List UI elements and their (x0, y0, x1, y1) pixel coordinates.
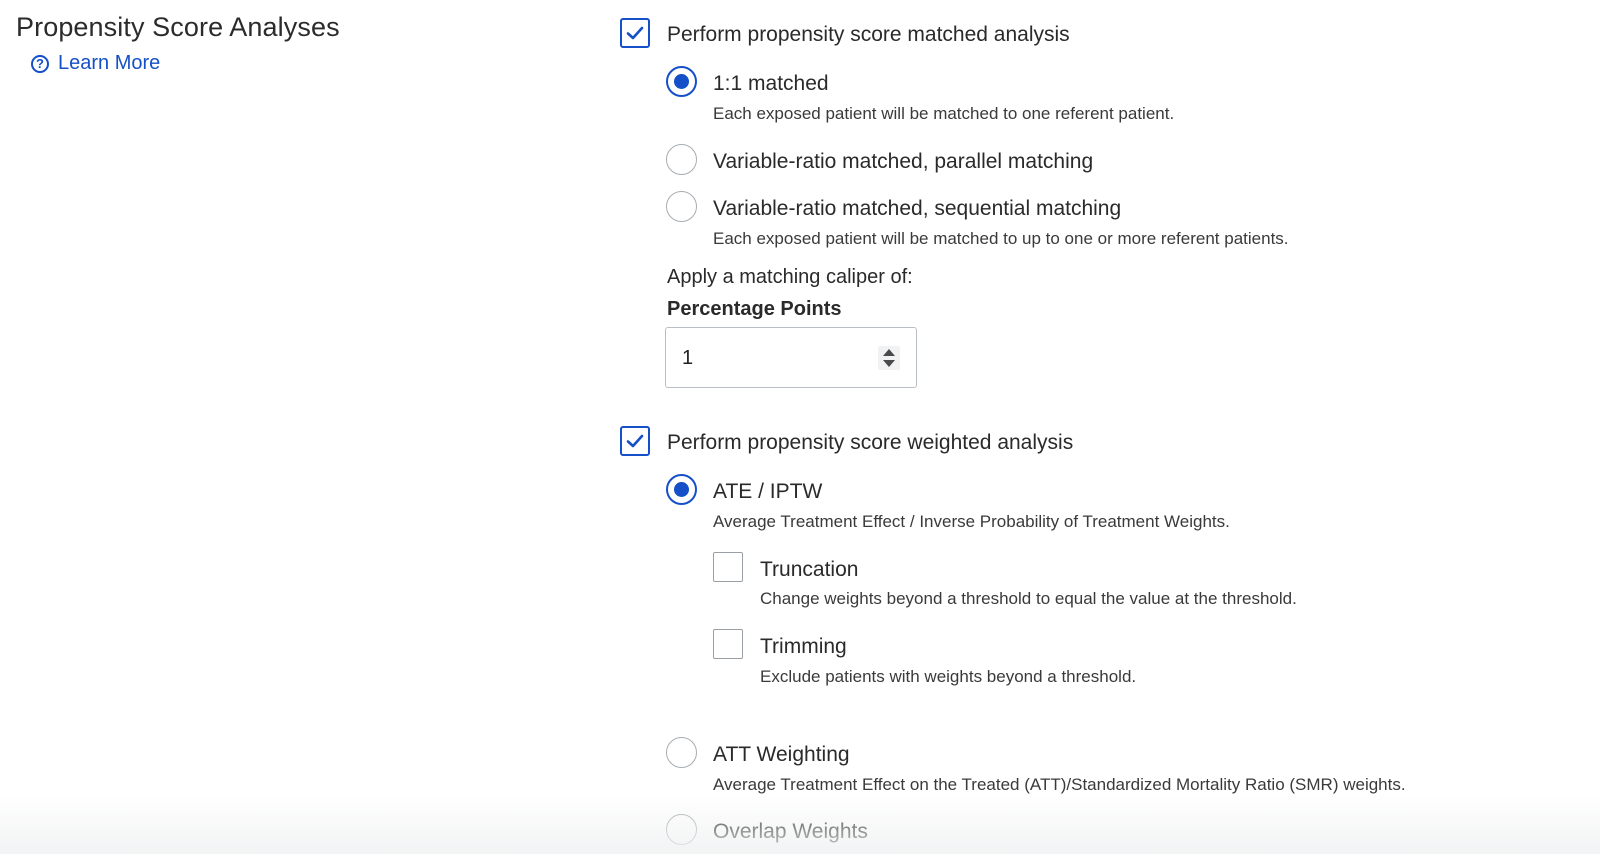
stepper-down-icon[interactable] (883, 360, 895, 367)
radio-variable-ratio-parallel-label: Variable-ratio matched, parallel matchin… (713, 150, 1094, 173)
radio-1-1-matched-description: Each exposed patient will be matched to … (713, 104, 1175, 123)
truncation-checkbox[interactable] (713, 552, 743, 582)
radio-overlap-weights[interactable] (666, 814, 697, 845)
learn-more-label: Learn More (58, 52, 161, 74)
trimming-label: Trimming (760, 635, 847, 658)
check-icon (626, 434, 644, 448)
truncation-description: Change weights beyond a threshold to equ… (760, 589, 1297, 608)
trimming-description: Exclude patients with weights beyond a t… (760, 667, 1137, 686)
radio-att-weighting-description: Average Treatment Effect on the Treated … (713, 775, 1406, 794)
radio-ate-iptw[interactable] (666, 474, 697, 505)
radio-variable-ratio-sequential-description: Each exposed patient will be matched to … (713, 229, 1289, 248)
trimming-checkbox[interactable] (713, 629, 743, 659)
truncation-label: Truncation (760, 558, 859, 581)
radio-att-weighting[interactable] (666, 737, 697, 768)
weighted-analysis-checkbox[interactable] (620, 426, 650, 456)
learn-more-link[interactable]: ? Learn More (31, 52, 160, 75)
caliper-stepper[interactable] (878, 346, 900, 370)
radio-variable-ratio-sequential[interactable] (666, 191, 697, 222)
radio-ate-iptw-label: ATE / IPTW (713, 480, 823, 503)
matched-analysis-label: Perform propensity score matched analysi… (667, 23, 1070, 46)
propensity-score-page: Propensity Score Analyses ? Learn More P… (0, 0, 1600, 854)
radio-1-1-matched-label: 1:1 matched (713, 72, 829, 95)
caliper-unit-label: Percentage Points (667, 298, 842, 320)
radio-ate-iptw-description: Average Treatment Effect / Inverse Proba… (713, 512, 1230, 531)
matched-analysis-checkbox[interactable] (620, 18, 650, 48)
section-title: Propensity Score Analyses (16, 12, 340, 42)
radio-1-1-matched[interactable] (666, 66, 697, 97)
radio-overlap-weights-label: Overlap Weights (713, 820, 868, 843)
radio-variable-ratio-parallel[interactable] (666, 144, 697, 175)
stepper-up-icon[interactable] (883, 349, 895, 356)
caliper-label: Apply a matching caliper of: (667, 266, 913, 288)
check-icon (626, 26, 644, 40)
caliper-value[interactable]: 1 (682, 347, 693, 370)
radio-variable-ratio-sequential-label: Variable-ratio matched, sequential match… (713, 197, 1122, 220)
help-circle-icon: ? (31, 54, 49, 73)
caliper-number-input[interactable]: 1 (665, 327, 917, 388)
weighted-analysis-label: Perform propensity score weighted analys… (667, 431, 1074, 454)
radio-att-weighting-label: ATT Weighting (713, 743, 850, 766)
